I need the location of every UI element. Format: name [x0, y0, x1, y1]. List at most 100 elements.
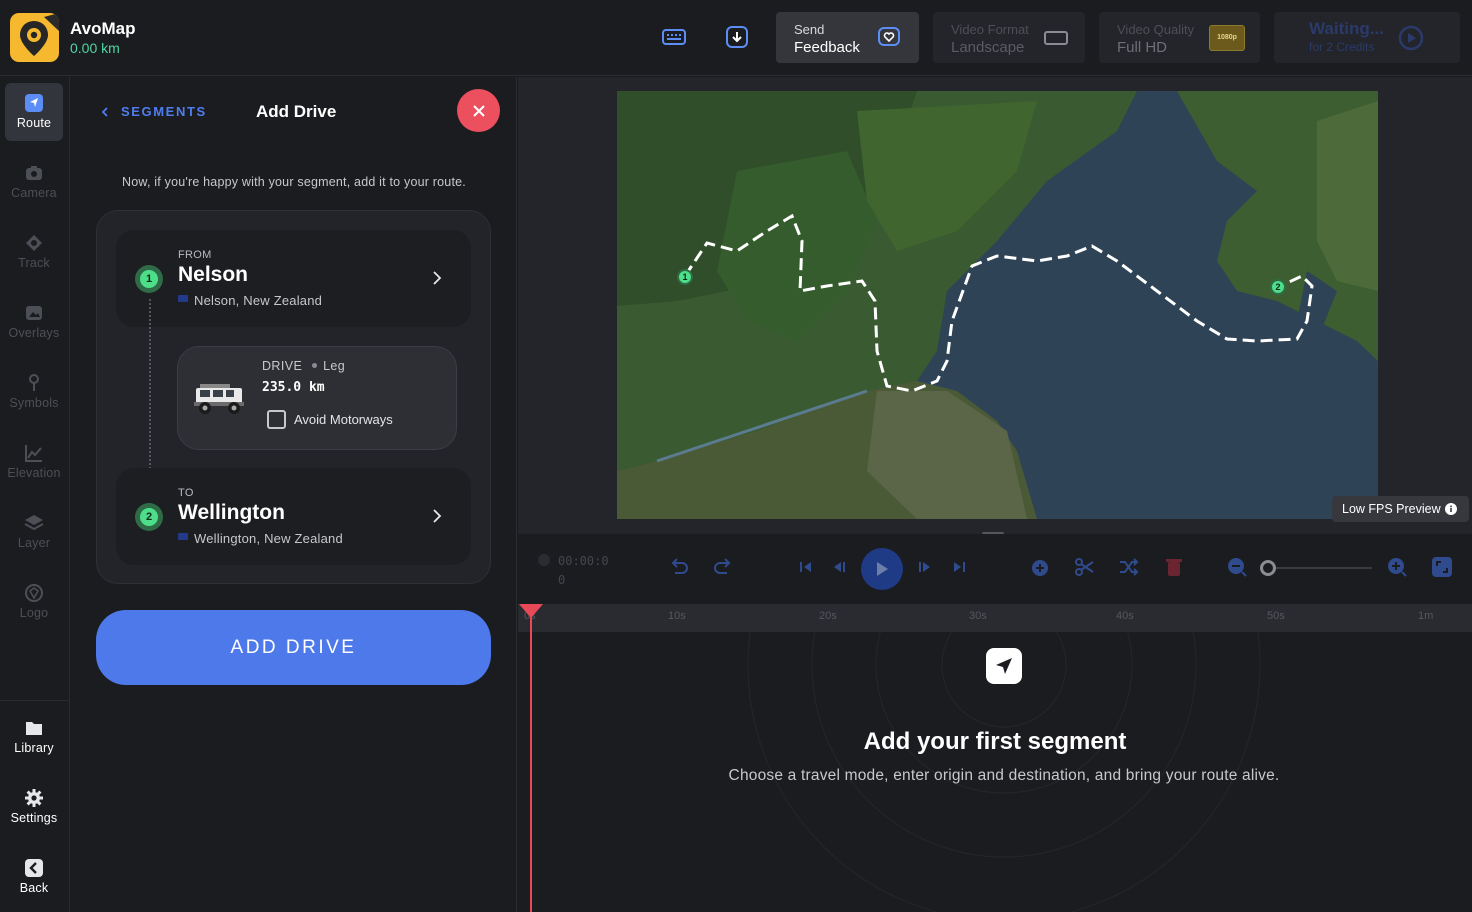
route-summary-card: 1 FROM Nelson Nelson, New Zealand DRIVE …	[96, 210, 491, 584]
sidebar-item-elevation[interactable]: Elevation	[5, 433, 63, 491]
folder-icon	[26, 722, 42, 735]
sidebar-label-library: Library	[14, 741, 54, 755]
undo-icon[interactable]	[668, 556, 690, 578]
end-marker: 2	[1270, 279, 1286, 295]
scissors-icon[interactable]	[1074, 556, 1096, 578]
download-button[interactable]	[724, 24, 750, 50]
route-distance: 0.00 km	[70, 40, 120, 56]
sidebar-item-layer[interactable]: Layer	[5, 503, 63, 561]
add-drive-panel: SEGMENTS Add Drive Now, if you're happy …	[71, 77, 517, 912]
skip-start-icon[interactable]	[795, 556, 817, 578]
from-marker: 1	[135, 265, 163, 293]
elevation-icon	[25, 445, 42, 462]
avomap-logo	[10, 13, 59, 62]
playhead[interactable]	[519, 604, 543, 912]
satellite-map[interactable]: 1 2	[617, 91, 1378, 519]
sidebar-label-route: Route	[16, 116, 52, 130]
intro-text: Now, if you're happy with your segment, …	[122, 175, 466, 189]
info-icon	[1445, 503, 1457, 515]
step-forward-icon[interactable]	[914, 556, 936, 578]
to-full-name: Wellington, New Zealand	[194, 531, 343, 546]
add-keyframe-icon[interactable]	[1029, 556, 1051, 578]
sidebar-label-track: Track	[18, 256, 50, 270]
zoom-out-icon[interactable]	[1226, 556, 1248, 578]
map-drawing	[617, 91, 1378, 519]
route-icon	[25, 94, 43, 112]
zoom-slider[interactable]	[1260, 560, 1372, 576]
from-location-card[interactable]: 1 FROM Nelson Nelson, New Zealand	[116, 230, 471, 327]
low-fps-label: Low FPS Preview	[1342, 502, 1441, 516]
sidebar-item-back[interactable]: Back	[5, 848, 63, 906]
zoom-in-icon[interactable]	[1386, 556, 1408, 578]
sidebar-item-settings[interactable]: Settings	[5, 778, 63, 836]
sidebar-label-settings: Settings	[10, 811, 58, 825]
sidebar-label-symbols: Symbols	[9, 396, 59, 410]
render-button[interactable]: Waiting... for 2 Credits	[1274, 12, 1460, 63]
empty-state-title: Add your first segment	[863, 728, 1127, 755]
send-feedback-button[interactable]: Send Feedback	[776, 12, 919, 63]
1080p-badge-icon: 1080p	[1209, 25, 1245, 51]
from-full-name: Nelson, New Zealand	[194, 293, 323, 308]
sidebar-label-back: Back	[19, 881, 49, 895]
step-back-icon[interactable]	[828, 556, 850, 578]
pin-icon	[29, 374, 39, 391]
feedback-label-top: Send	[794, 22, 825, 37]
close-icon	[472, 104, 485, 117]
sidebar-item-route[interactable]: Route	[5, 83, 63, 141]
track-icon	[26, 235, 42, 251]
route-connector-line	[149, 299, 151, 489]
drive-mode: DRIVE	[262, 359, 303, 373]
shuffle-icon[interactable]	[1118, 556, 1140, 578]
trash-icon[interactable]	[1163, 556, 1185, 578]
play-icon	[877, 562, 888, 576]
sidebar: Route Camera Track Overlays Symbols Elev…	[0, 77, 70, 912]
keyboard-shortcuts-button[interactable]	[661, 24, 687, 50]
back-icon	[25, 859, 43, 877]
skip-end-icon[interactable]	[948, 556, 970, 578]
render-credits: for 2 Credits	[1309, 40, 1375, 54]
redo-icon[interactable]	[712, 556, 734, 578]
low-fps-preview-badge[interactable]: Low FPS Preview	[1332, 496, 1469, 522]
playhead-handle[interactable]	[519, 604, 543, 618]
avoid-motorways-checkbox[interactable]	[267, 410, 286, 429]
timeline-ruler[interactable]: 0s 10s 20s 30s 40s 50s 1m	[518, 604, 1472, 632]
sidebar-label-logo: Logo	[19, 606, 49, 620]
timeline-area: Add your first segment Choose a travel m…	[518, 632, 1472, 912]
sidebar-label-elevation: Elevation	[7, 466, 61, 480]
fit-timeline-icon[interactable]	[1431, 556, 1453, 578]
video-quality-button[interactable]: Video Quality Full HD 1080p	[1099, 12, 1260, 63]
landscape-icon	[1044, 31, 1068, 45]
sidebar-item-overlays[interactable]: Overlays	[5, 293, 63, 351]
video-format-button[interactable]: Video Format Landscape	[933, 12, 1085, 63]
nz-flag-icon	[178, 533, 188, 540]
avoid-motorways-label[interactable]: Avoid Motorways	[294, 412, 393, 427]
sidebar-item-logo[interactable]: Logo	[5, 573, 63, 631]
close-button[interactable]	[457, 89, 500, 132]
from-city: Nelson	[178, 263, 249, 286]
sidebar-item-library[interactable]: Library	[5, 708, 63, 766]
segment-icon	[986, 648, 1022, 684]
camera-icon	[26, 166, 42, 180]
nz-flag-icon	[178, 295, 188, 302]
sidebar-item-track[interactable]: Track	[5, 223, 63, 281]
chevron-right-icon	[433, 509, 442, 523]
play-button[interactable]	[861, 548, 903, 590]
overlays-icon	[26, 306, 42, 320]
feedback-label-bottom: Feedback	[794, 39, 860, 56]
drive-distance: 235.0 km	[262, 380, 325, 395]
to-location-card[interactable]: 2 TO Wellington Wellington, New Zealand	[116, 468, 471, 565]
ruler-tick-label: 40s	[1116, 610, 1134, 622]
logo-icon	[25, 584, 43, 602]
ruler-tick-label: 30s	[969, 610, 987, 622]
sidebar-item-camera[interactable]: Camera	[5, 153, 63, 211]
render-icon	[1398, 25, 1424, 51]
heart-chat-icon	[878, 27, 900, 46]
car-icon	[194, 384, 244, 414]
zoom-slider-handle[interactable]	[1260, 560, 1276, 576]
ruler-tick-label: 1m	[1418, 610, 1434, 622]
ruler-tick-label: 10s	[668, 610, 686, 622]
add-drive-button[interactable]: ADD DRIVE	[96, 610, 491, 685]
sidebar-item-symbols[interactable]: Symbols	[5, 363, 63, 421]
sidebar-divider	[0, 700, 69, 701]
app-name: AvoMap	[70, 19, 136, 38]
